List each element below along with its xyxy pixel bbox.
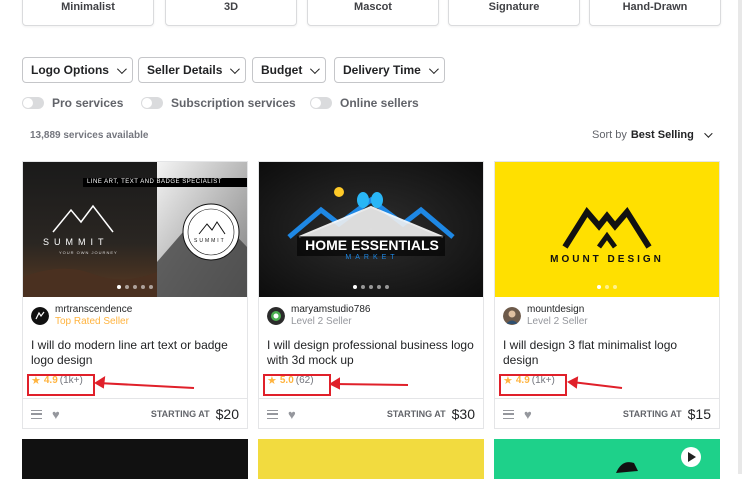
gig-card-partial[interactable] — [22, 439, 248, 479]
annotation-arrow — [97, 382, 195, 389]
annotation-arrows — [94, 376, 623, 390]
annotation-arrow — [333, 383, 409, 386]
gig-card-partial[interactable] — [258, 439, 484, 479]
annotation-arrow — [571, 381, 623, 389]
arrow-head — [94, 376, 106, 389]
gig-card-partial[interactable] — [494, 439, 720, 479]
arrow-head — [328, 377, 340, 390]
arrow-head — [567, 376, 579, 389]
play-icon[interactable] — [680, 446, 702, 468]
thumb-figure — [616, 462, 638, 473]
